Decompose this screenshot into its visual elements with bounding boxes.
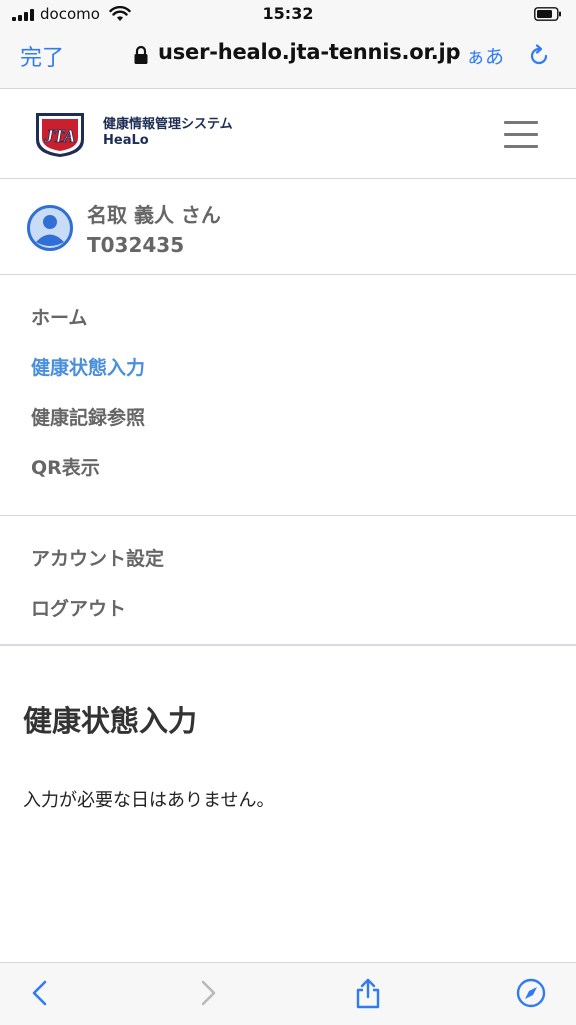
forward-icon[interactable]	[192, 977, 222, 1009]
empty-state-message: 入力が必要な日はありません。	[23, 790, 275, 811]
site-header: JTA 健康情報管理システム HeaLo	[0, 89, 576, 179]
jta-logo[interactable]: JTA	[30, 110, 90, 158]
user-name: 名取 義人 さん	[87, 203, 221, 227]
battery-icon	[534, 7, 561, 21]
nav-item-home[interactable]: ホーム	[31, 303, 87, 330]
page-title: 健康状態入力	[23, 704, 198, 738]
user-id: T032435	[87, 233, 185, 257]
address-bar: 完了 user-healo.jta-tennis.or.jp ぁあ	[0, 32, 576, 78]
user-avatar-icon	[27, 205, 73, 251]
nav-item-logout[interactable]: ログアウト	[31, 594, 126, 621]
done-button[interactable]: 完了	[20, 40, 64, 72]
svg-text:JTA: JTA	[43, 126, 75, 146]
lock-icon	[134, 45, 148, 64]
hamburger-menu-icon[interactable]	[504, 121, 538, 149]
status-time: 15:32	[262, 4, 314, 23]
browser-toolbar	[0, 962, 576, 1025]
account-navigation: アカウント設定 ログアウト	[0, 516, 576, 646]
main-navigation: ホーム 健康状態入力 健康記録参照 QR表示	[0, 275, 576, 516]
nav-item-health-records[interactable]: 健康記録参照	[31, 403, 145, 430]
system-short-name: HeaLo	[103, 133, 149, 148]
back-icon[interactable]	[26, 977, 56, 1009]
user-profile: 名取 義人 さん T032435	[0, 179, 576, 275]
system-name: 健康情報管理システム	[103, 117, 233, 132]
share-icon[interactable]	[353, 977, 383, 1009]
nav-item-qr-display[interactable]: QR表示	[31, 453, 100, 480]
compass-icon[interactable]	[516, 977, 546, 1009]
status-bar: docomo 15:32	[0, 0, 576, 30]
nav-item-account-settings[interactable]: アカウント設定	[31, 544, 164, 571]
browser-top-bar: docomo 15:32 完了 user-healo.jta-tennis.or…	[0, 0, 576, 89]
text-size-button[interactable]: ぁあ	[466, 42, 504, 69]
reload-icon[interactable]	[527, 43, 551, 67]
nav-item-health-input[interactable]: 健康状態入力	[31, 353, 145, 380]
url-field[interactable]: user-healo.jta-tennis.or.jp	[158, 40, 461, 64]
